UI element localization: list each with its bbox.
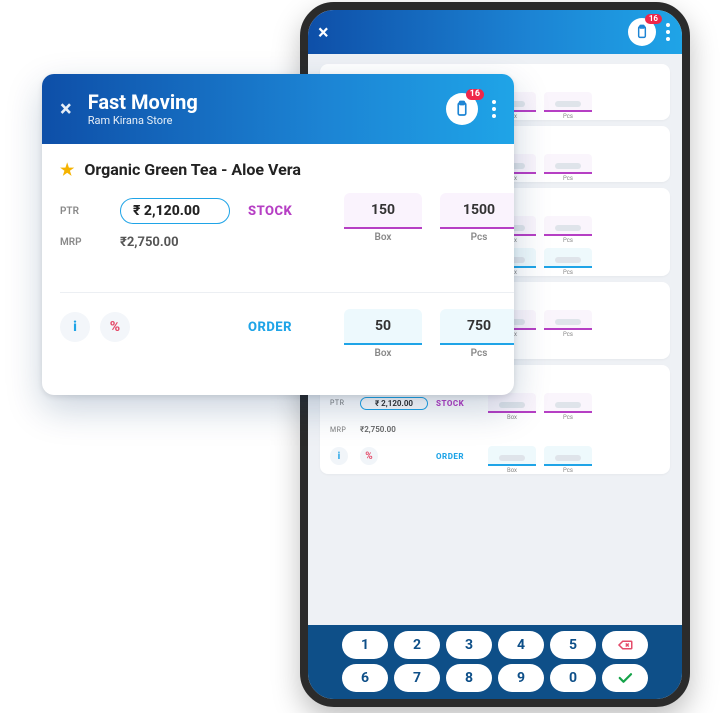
close-icon[interactable]: ×: [318, 20, 329, 44]
clipboard-badge: 16: [645, 14, 662, 24]
ptr-label: PTR: [60, 206, 102, 217]
discount-icon[interactable]: %: [360, 447, 378, 465]
mrp-label: MRP: [330, 426, 352, 434]
stock-label: STOCK: [436, 399, 480, 408]
key-2[interactable]: 2: [394, 631, 440, 659]
stock-pcs-input[interactable]: Pcs: [544, 393, 592, 413]
stock-label: STOCK: [248, 204, 326, 219]
stock-pcs-input[interactable]: Pcs: [544, 310, 592, 330]
order-label: ORDER: [248, 320, 326, 335]
menu-icon[interactable]: [492, 100, 496, 118]
key-7[interactable]: 7: [394, 664, 440, 692]
product-name: Organic Green Tea - Aloe Vera: [84, 160, 301, 179]
info-icon[interactable]: i: [330, 447, 348, 465]
order-label: ORDER: [436, 452, 480, 461]
key-5[interactable]: 5: [550, 631, 596, 659]
order-box-input[interactable]: Box: [488, 446, 536, 466]
check-icon: [616, 669, 634, 687]
stock-box-input[interactable]: 150 Box: [344, 193, 422, 229]
card-body: ★ Organic Green Tea - Aloe Vera PTR ₹ 2,…: [42, 144, 514, 395]
clipboard-button[interactable]: 16: [446, 93, 478, 125]
star-icon[interactable]: ★: [60, 160, 74, 179]
key-4[interactable]: 4: [498, 631, 544, 659]
key-0[interactable]: 0: [550, 664, 596, 692]
clipboard-icon: [453, 100, 471, 118]
fast-moving-card: × Fast Moving Ram Kirana Store 16 ★ Orga…: [42, 74, 514, 395]
stock-pcs-input[interactable]: Pcs: [544, 92, 592, 112]
info-icon[interactable]: i: [60, 312, 90, 342]
key-3[interactable]: 3: [446, 631, 492, 659]
divider: [60, 292, 514, 293]
key-1[interactable]: 1: [342, 631, 388, 659]
clipboard-icon: [634, 24, 650, 40]
mrp-value: ₹2,750.00: [120, 235, 230, 250]
key-backspace[interactable]: [602, 631, 648, 659]
numeric-keypad: 1 2 3 4 5 6 7 8 9 0: [308, 625, 682, 699]
phone-header: × 16: [308, 10, 682, 54]
ptr-label: PTR: [330, 399, 352, 407]
key-9[interactable]: 9: [498, 664, 544, 692]
unit-pcs-label: Pcs: [440, 348, 514, 359]
key-confirm[interactable]: [602, 664, 648, 692]
stock-pcs-input[interactable]: Pcs: [544, 216, 592, 236]
ptr-value: ₹ 2,120.00: [120, 198, 230, 224]
unit-pcs-label: Pcs: [440, 232, 514, 243]
card-subtitle: Ram Kirana Store: [88, 114, 198, 127]
order-box-input[interactable]: 50 Box: [344, 309, 422, 345]
stock-pcs-input[interactable]: Pcs: [544, 154, 592, 174]
card-header: × Fast Moving Ram Kirana Store 16: [42, 74, 514, 144]
clipboard-badge: 16: [466, 89, 484, 100]
order-pcs-input[interactable]: Pcs: [544, 248, 592, 268]
stock-pcs-input[interactable]: 1500 Pcs: [440, 193, 514, 229]
unit-box-label: Box: [344, 348, 422, 359]
key-6[interactable]: 6: [342, 664, 388, 692]
clipboard-button[interactable]: 16: [628, 18, 656, 46]
menu-icon[interactable]: [666, 23, 670, 41]
product-title-row: ★ Organic Green Tea - Aloe Vera: [60, 160, 496, 179]
mrp-value: ₹2,750.00: [360, 425, 428, 434]
backspace-icon: [616, 636, 634, 654]
discount-icon[interactable]: %: [100, 312, 130, 342]
stock-box-input[interactable]: Box: [488, 393, 536, 413]
ptr-value: ₹ 2,120.00: [360, 397, 428, 410]
mrp-label: MRP: [60, 237, 102, 248]
close-icon[interactable]: ×: [60, 97, 72, 122]
key-8[interactable]: 8: [446, 664, 492, 692]
card-title: Fast Moving: [88, 91, 198, 114]
order-pcs-input[interactable]: 750 Pcs: [440, 309, 514, 345]
unit-box-label: Box: [344, 232, 422, 243]
order-pcs-input[interactable]: Pcs: [544, 446, 592, 466]
